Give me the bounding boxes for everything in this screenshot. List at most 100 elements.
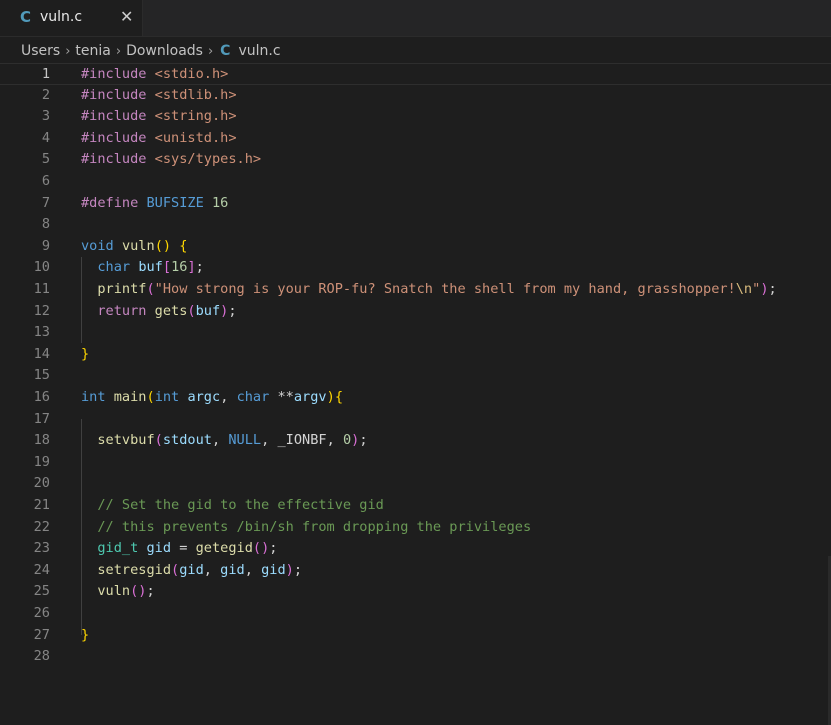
- chevron-right-icon: ›: [115, 43, 122, 59]
- code-line[interactable]: 28: [0, 646, 831, 668]
- code-token: <stdlib.h>: [154, 86, 237, 103]
- code-line[interactable]: 26: [0, 603, 831, 625]
- code-token: #include: [81, 129, 155, 146]
- code-line[interactable]: 2 #include <stdlib.h>: [0, 85, 831, 107]
- code-token: <sys/types.h>: [154, 151, 262, 168]
- code-line[interactable]: 22 // this prevents /bin/sh from droppin…: [0, 517, 831, 539]
- breadcrumb-item-file[interactable]: vuln.c: [238, 43, 280, 59]
- code-token: BUFSIZE: [146, 194, 204, 211]
- code-line[interactable]: 27}: [0, 625, 831, 647]
- code-line[interactable]: 13: [0, 322, 831, 344]
- code-line[interactable]: 12 return gets(buf);: [0, 301, 831, 323]
- code-token: argv: [293, 389, 327, 405]
- chevron-right-icon: ›: [65, 43, 71, 59]
- code-line[interactable]: 21 // Set the gid to the effective gid: [0, 495, 831, 517]
- code-token: _IONBF: [277, 432, 327, 449]
- code-token: setresgid: [97, 561, 172, 578]
- code-line[interactable]: 14}: [0, 344, 831, 366]
- line-number: 22: [33, 518, 50, 535]
- code-token: int: [154, 389, 180, 405]
- code-line[interactable]: 17: [0, 409, 831, 431]
- code-token: 0: [342, 432, 352, 449]
- code-line[interactable]: 6: [0, 171, 831, 193]
- code-token: main: [113, 389, 147, 405]
- breadcrumb-item-tenia[interactable]: tenia: [75, 43, 110, 59]
- code-token: [: [162, 259, 172, 276]
- line-number: 1: [41, 66, 50, 82]
- breadcrumb-item-users[interactable]: Users: [21, 43, 60, 59]
- code-text: }: [81, 625, 89, 647]
- code-token: }: [81, 626, 90, 643]
- code-line[interactable]: 7 #define BUFSIZE 16: [0, 193, 831, 215]
- line-number: 21: [33, 497, 50, 513]
- code-token: setvbuf: [97, 432, 155, 449]
- tab-vuln-c[interactable]: C vuln.c ✕: [0, 0, 143, 36]
- line-number: 27: [33, 626, 50, 643]
- code-token: ,: [244, 561, 262, 578]
- code-token: ,: [211, 432, 229, 449]
- code-line[interactable]: 16 int main(int argc, char **argv){: [0, 387, 831, 409]
- line-number: 6: [41, 173, 50, 189]
- code-line[interactable]: 1 #include <stdio.h>: [0, 63, 831, 85]
- code-line[interactable]: 15: [0, 365, 831, 387]
- code-token: vuln: [97, 583, 131, 600]
- breadcrumb-item-downloads[interactable]: Downloads: [126, 43, 203, 59]
- tab-bar: C vuln.c ✕: [0, 0, 831, 37]
- code-token: ;: [269, 540, 278, 557]
- code-text: gid_t gid = getegid();: [81, 538, 277, 560]
- code-line[interactable]: 9 void vuln() {: [0, 236, 831, 258]
- line-number: 15: [33, 367, 50, 384]
- code-line[interactable]: 18 setvbuf(stdout, NULL, _IONBF, 0);: [0, 430, 831, 452]
- code-token: ,: [220, 389, 237, 405]
- code-token: ,: [261, 432, 278, 449]
- code-line[interactable]: 5 #include <sys/types.h>: [0, 149, 831, 171]
- code-line[interactable]: 19: [0, 452, 831, 474]
- line-number: 25: [33, 583, 50, 600]
- code-text: }: [81, 344, 89, 366]
- code-token: gid: [146, 540, 172, 557]
- line-number: 19: [33, 453, 50, 470]
- code-token: ): [326, 389, 335, 405]
- line-number: 12: [33, 302, 50, 319]
- code-text: // Set the gid to the effective gid: [81, 495, 383, 517]
- code-line[interactable]: 20: [0, 473, 831, 495]
- code-line[interactable]: 25 vuln();: [0, 581, 831, 603]
- code-line[interactable]: 23 gid_t gid = getegid();: [0, 538, 831, 560]
- code-text: #define BUFSIZE 16: [81, 193, 228, 215]
- code-token: NULL: [228, 432, 262, 449]
- code-token: (): [154, 237, 172, 254]
- line-number: 24: [33, 561, 50, 578]
- code-line[interactable]: 11 printf("How strong is your ROP-fu? Sn…: [0, 279, 831, 301]
- code-token: void: [81, 237, 114, 254]
- code-token: <unistd.h>: [154, 129, 237, 146]
- close-icon[interactable]: ✕: [120, 7, 133, 26]
- line-number: 16: [33, 389, 50, 405]
- code-text: #include <sys/types.h>: [81, 149, 261, 171]
- code-line[interactable]: 4 #include <unistd.h>: [0, 128, 831, 150]
- code-token: argc: [187, 389, 221, 405]
- code-token: <string.h>: [154, 108, 237, 125]
- code-token: gid_t: [97, 540, 139, 557]
- code-line[interactable]: 8: [0, 214, 831, 236]
- code-token: (: [146, 389, 155, 405]
- chevron-right-icon: ›: [207, 43, 214, 59]
- line-number: 20: [33, 475, 50, 492]
- code-editor[interactable]: 1 #include <stdio.h> 2 #include <stdlib.h> 3…: [0, 63, 831, 725]
- code-token: }: [81, 345, 90, 362]
- code-line[interactable]: 10 char buf[16];: [0, 257, 831, 279]
- code-token: gid: [261, 561, 286, 578]
- code-token: \n: [735, 281, 753, 297]
- code-token: #include: [81, 151, 155, 168]
- line-number: 5: [41, 151, 50, 168]
- code-text: setresgid(gid, gid, gid);: [81, 560, 302, 582]
- code-line[interactable]: 24 setresgid(gid, gid, gid);: [0, 560, 831, 582]
- code-line[interactable]: 3 #include <string.h>: [0, 106, 831, 128]
